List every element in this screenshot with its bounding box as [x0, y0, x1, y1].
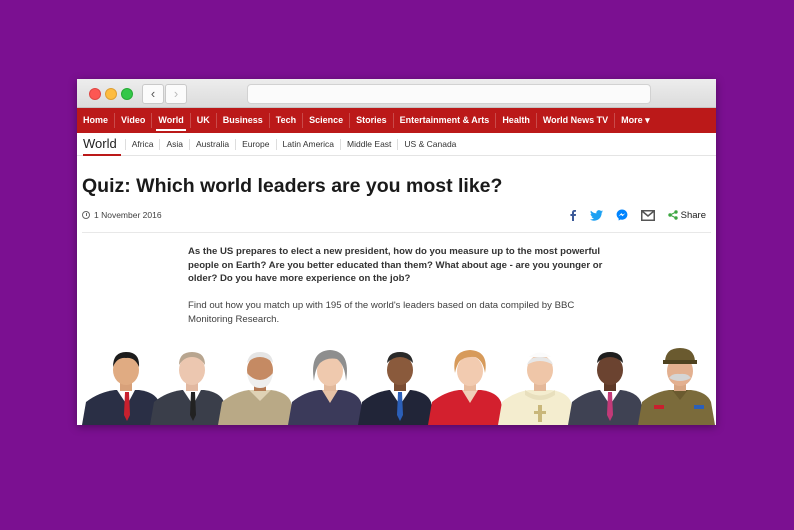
meta-divider — [82, 232, 711, 233]
article-intro: As the US prepares to elect a new presid… — [188, 246, 603, 284]
subnav-item-europe[interactable]: Europe — [235, 138, 275, 150]
leader-figure — [288, 350, 365, 425]
leader-figure — [428, 350, 505, 425]
leader-figure — [150, 352, 228, 425]
browser-window: ‹ › Home Video World UK Business Tech Sc… — [77, 79, 716, 425]
subnav-item-middle-east[interactable]: Middle East — [340, 138, 397, 150]
close-window-button[interactable] — [89, 88, 101, 100]
main-nav: Home Video World UK Business Tech Scienc… — [77, 108, 716, 133]
maximize-window-button[interactable] — [121, 88, 133, 100]
nav-item-more[interactable]: More ▾ — [615, 108, 656, 133]
subnav-item-asia[interactable]: Asia — [159, 138, 189, 150]
clock-icon — [82, 211, 90, 219]
article-meta: 1 November 2016 — [82, 210, 162, 220]
nav-item-home[interactable]: Home — [77, 108, 114, 133]
subnav-item-australia[interactable]: Australia — [189, 138, 235, 150]
nav-item-stories[interactable]: Stories — [350, 108, 393, 133]
section-title[interactable]: World — [83, 134, 125, 156]
world-leaders-illustration — [82, 348, 715, 425]
share-label: Share — [680, 209, 706, 221]
nav-item-world-news-tv[interactable]: World News TV — [537, 108, 614, 133]
chevron-left-icon[interactable]: ‹ — [142, 84, 164, 104]
nav-item-health[interactable]: Health — [496, 108, 536, 133]
leader-figure — [498, 352, 575, 425]
article-body: Find out how you match up with 195 of th… — [188, 300, 575, 325]
share-bar: Share — [569, 209, 706, 221]
article-date: 1 November 2016 — [94, 210, 162, 220]
leader-figure — [82, 352, 163, 425]
messenger-icon[interactable] — [616, 209, 628, 221]
leader-figure — [218, 352, 295, 425]
subnav-item-latin-america[interactable]: Latin America — [275, 138, 341, 150]
address-bar[interactable] — [247, 84, 651, 104]
email-icon[interactable] — [640, 209, 655, 221]
share-icon — [667, 210, 678, 220]
chevron-right-icon[interactable]: › — [165, 84, 187, 104]
nav-item-world[interactable]: World — [152, 108, 189, 133]
leader-figure — [568, 352, 645, 425]
nav-item-business[interactable]: Business — [217, 108, 269, 133]
nav-item-science[interactable]: Science — [303, 108, 349, 133]
nav-item-uk[interactable]: UK — [191, 108, 216, 133]
minimize-window-button[interactable] — [105, 88, 117, 100]
nav-item-video[interactable]: Video — [115, 108, 151, 133]
facebook-icon[interactable] — [569, 209, 577, 221]
leader-figure — [358, 352, 435, 425]
nav-item-entertainment[interactable]: Entertainment & Arts — [394, 108, 496, 133]
browser-titlebar: ‹ › — [77, 79, 716, 108]
subnav-item-us-canada[interactable]: US & Canada — [397, 138, 462, 150]
leader-figure — [638, 348, 715, 425]
sub-nav: World Africa Asia Australia Europe Latin… — [77, 133, 716, 156]
subnav-item-africa[interactable]: Africa — [124, 138, 160, 150]
nav-item-tech[interactable]: Tech — [270, 108, 302, 133]
article-title: Quiz: Which world leaders are you most l… — [82, 175, 503, 197]
share-button[interactable]: Share — [667, 209, 706, 221]
twitter-icon[interactable] — [589, 209, 603, 221]
